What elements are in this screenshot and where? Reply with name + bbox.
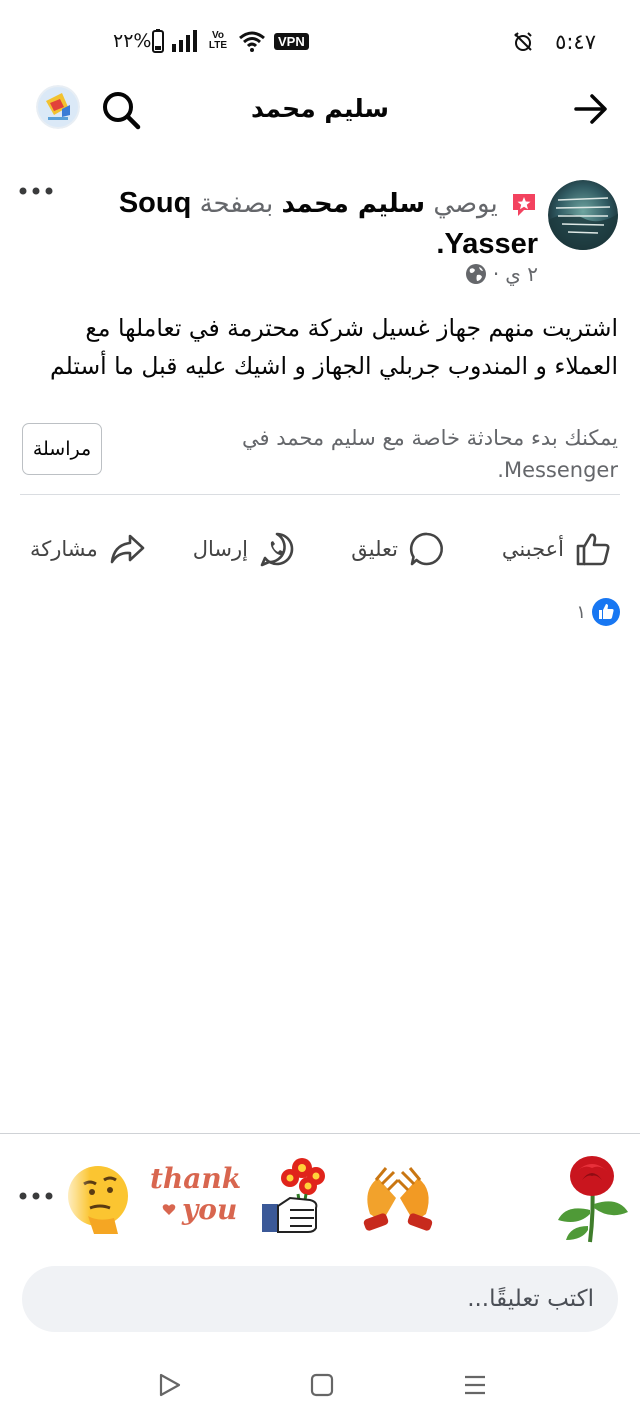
system-nav-bar bbox=[0, 1362, 640, 1410]
status-icons: Vo LTE VPN bbox=[152, 28, 309, 54]
post-time[interactable]: ٢ ي bbox=[505, 262, 538, 286]
app-header: سليم محمد bbox=[0, 82, 640, 138]
like-button[interactable]: أعجبني bbox=[502, 528, 612, 570]
post-meta: ٢ ي · bbox=[465, 262, 538, 286]
more-stickers-icon[interactable] bbox=[18, 1186, 54, 1206]
recommend-word: يوصي bbox=[433, 189, 498, 219]
send-label: إرسال bbox=[192, 537, 248, 561]
home-square-icon[interactable] bbox=[307, 1370, 337, 1400]
divider bbox=[20, 494, 620, 495]
page-title: سليم محمد bbox=[250, 94, 389, 123]
more-options-icon[interactable] bbox=[18, 176, 54, 206]
status-time: ٥:٤٧ bbox=[555, 30, 596, 54]
clapping-hands-sticker[interactable] bbox=[356, 1160, 440, 1236]
whatsapp-icon bbox=[260, 532, 294, 567]
post-text: اشتريت منهم جهاز غسيل شركة محترمة في تعا… bbox=[49, 314, 618, 380]
thinking-face-sticker[interactable] bbox=[58, 1158, 130, 1238]
alarm-off-icon bbox=[514, 32, 532, 51]
page-word: بصفحة bbox=[199, 189, 274, 219]
thank-you-line1: thank bbox=[150, 1162, 242, 1195]
reaction-count: ١ bbox=[576, 601, 586, 623]
thank-you-line2: you bbox=[182, 1193, 238, 1226]
profile-avatar[interactable] bbox=[36, 85, 80, 129]
comment-label: تعليق bbox=[351, 537, 398, 561]
author-avatar[interactable] bbox=[548, 180, 618, 250]
author-name[interactable]: سليم محمد bbox=[282, 189, 426, 219]
comment-bubble-icon bbox=[409, 532, 443, 566]
share-button[interactable]: مشاركة bbox=[30, 528, 146, 570]
status-bar: %٢٢ Vo LTE VPN ٥:٤٧ bbox=[0, 0, 640, 82]
heart-icon bbox=[162, 1204, 176, 1215]
volte-label: Vo LTE bbox=[208, 30, 228, 51]
rose-sticker[interactable] bbox=[552, 1150, 632, 1246]
reactions-summary[interactable]: ١ bbox=[576, 598, 620, 626]
share-label: مشاركة bbox=[30, 537, 98, 561]
share-arrow-icon bbox=[110, 534, 145, 564]
like-reaction-icon bbox=[592, 598, 620, 626]
wifi-icon bbox=[239, 31, 265, 52]
recommend-star-icon bbox=[513, 193, 535, 216]
messenger-prompt: يمكنك بدء محادثة خاصة مع سليم محمد في Me… bbox=[241, 426, 618, 482]
send-whatsapp-button[interactable]: إرسال bbox=[193, 528, 296, 570]
comment-button[interactable]: تعليق bbox=[351, 528, 446, 570]
globe-icon bbox=[465, 264, 486, 284]
menu-lines-icon[interactable] bbox=[460, 1370, 490, 1400]
comment-input[interactable] bbox=[22, 1266, 618, 1332]
message-button[interactable]: مراسلة bbox=[22, 423, 102, 475]
bottom-divider bbox=[0, 1133, 640, 1134]
battery-icon bbox=[152, 29, 164, 53]
post-author-line: يوصي سليم محمد بصفحة Souq Yasser. bbox=[98, 183, 538, 265]
signal-icon bbox=[172, 30, 197, 52]
thank-you-sticker[interactable]: thank you bbox=[150, 1162, 242, 1236]
battery-percent: %٢٢ bbox=[113, 30, 152, 52]
vpn-badge: VPN bbox=[274, 32, 309, 50]
like-label: أعجبني bbox=[501, 537, 564, 561]
back-triangle-icon[interactable] bbox=[154, 1370, 184, 1400]
meta-separator: · bbox=[492, 262, 500, 286]
thumbs-up-flowers-sticker[interactable] bbox=[260, 1156, 334, 1238]
thumbs-up-icon bbox=[576, 533, 610, 566]
search-icon[interactable] bbox=[98, 87, 144, 133]
